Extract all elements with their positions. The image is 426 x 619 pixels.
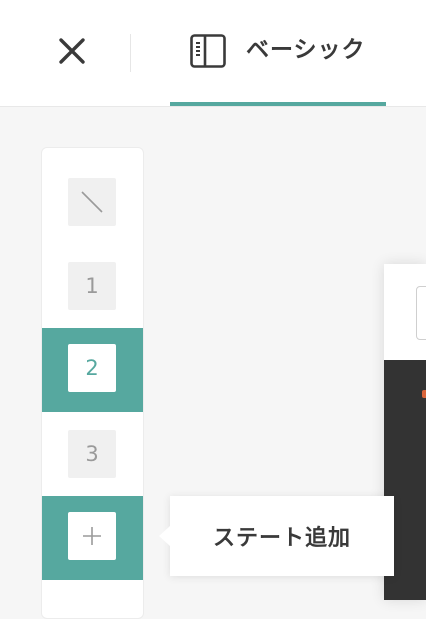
sidebar-panel-icon [190, 34, 226, 68]
state-box-1: 1 [68, 262, 116, 310]
add-state-tooltip-text: ステート追加 [212, 526, 351, 551]
add-state-box [68, 512, 116, 560]
close-icon [59, 38, 85, 64]
tab-basic-label: ベーシック [246, 37, 366, 63]
state-item-none[interactable] [42, 162, 143, 246]
canvas-accent-mark [422, 390, 426, 398]
tooltip-arrow [159, 526, 170, 546]
add-state-button[interactable] [42, 496, 143, 580]
close-button[interactable] [52, 31, 92, 71]
active-tab-indicator [170, 102, 386, 106]
state-box-none [68, 178, 116, 226]
tab-basic[interactable]: ベーシック [170, 0, 386, 106]
state-box-3: 3 [68, 430, 116, 478]
state-item-3[interactable]: 3 [42, 414, 143, 498]
plus-icon [83, 527, 101, 545]
add-state-tooltip: ステート追加 [159, 496, 394, 576]
state-item-1[interactable]: 1 [42, 246, 143, 330]
header-divider [130, 34, 131, 72]
state-box-2: 2 [68, 344, 116, 392]
canvas-text-field[interactable] [416, 286, 426, 340]
top-bar: ベーシック [0, 0, 426, 107]
none-slash-icon [81, 191, 103, 213]
state-item-2[interactable]: 2 [42, 328, 143, 412]
state-list: 1 2 3 [41, 147, 144, 619]
